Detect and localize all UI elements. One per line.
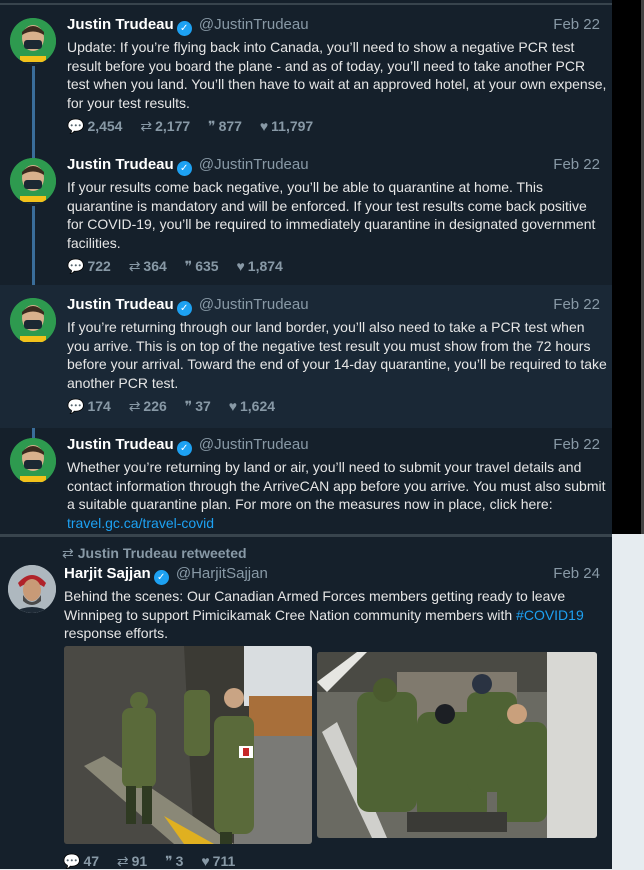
hashtag-link[interactable]: #COVID19	[516, 607, 584, 623]
author-name[interactable]: Justin Trudeau	[67, 156, 174, 173]
quote-button[interactable]: ❞ 877	[208, 118, 242, 134]
quote-count: 635	[195, 258, 219, 274]
tweet-text: Whether you’re returning by land or air,…	[67, 458, 607, 532]
heart-icon: ♥	[236, 258, 245, 274]
avatar[interactable]	[8, 565, 56, 613]
tweet-date[interactable]: Feb 24	[553, 565, 600, 582]
retweet-count: 2,177	[155, 118, 191, 134]
like-count: 1,624	[240, 398, 276, 414]
avatar[interactable]	[10, 438, 56, 484]
timeline: Justin Trudeau ✓ @JustinTrudeau Feb 22 Up…	[0, 0, 612, 869]
heart-icon: ♥	[228, 398, 237, 414]
tweet-date[interactable]: Feb 22	[553, 156, 600, 173]
reply-button[interactable]: 💬 722	[67, 258, 111, 274]
avatar[interactable]	[10, 18, 56, 64]
tweet[interactable]: Justin Trudeau ✓ @JustinTrudeau Feb 22 If…	[0, 285, 612, 428]
retweet-icon: ⇄	[128, 258, 141, 274]
tweet-date[interactable]: Feb 22	[553, 436, 600, 453]
retweet-icon: ⇄	[116, 853, 129, 869]
tweet-text: If you’re returning through our land bor…	[67, 319, 607, 391]
verified-badge-icon: ✓	[176, 21, 192, 36]
like-button[interactable]: ♥ 1,624	[229, 398, 275, 414]
retweet-icon: ⇄	[128, 398, 141, 414]
reply-button[interactable]: 💬 2,454	[67, 118, 122, 134]
quote-count: 3	[175, 853, 184, 869]
avatar[interactable]	[10, 158, 56, 204]
quote-icon: ❞	[208, 118, 216, 134]
retweet-button[interactable]: ⇄ 2,177	[140, 118, 190, 134]
avatar[interactable]	[10, 298, 56, 344]
like-count: 711	[212, 853, 236, 869]
tweet-actions: 💬 722 ⇄ 364 ❞ 635 ♥ 1,874	[67, 258, 297, 275]
tweet-actions: 💬 47 ⇄ 91 ❞ 3 ♥ 711	[63, 853, 249, 870]
verified-badge-icon: ✓	[153, 570, 169, 585]
tweet-actions: 💬 174 ⇄ 226 ❞ 37 ♥ 1,624	[67, 398, 289, 415]
quote-button[interactable]: ❞ 635	[185, 258, 219, 274]
author-name[interactable]: Harjit Sajjan	[64, 565, 151, 582]
author-handle[interactable]: @JustinTrudeau	[199, 296, 309, 313]
like-button[interactable]: ♥ 11,797	[260, 118, 313, 134]
author-handle[interactable]: @JustinTrudeau	[199, 156, 309, 173]
tweet-text-content: Behind the scenes: Our Canadian Armed Fo…	[64, 588, 566, 623]
author-handle[interactable]: @JustinTrudeau	[199, 16, 309, 33]
tweet-date[interactable]: Feb 22	[553, 296, 600, 313]
tweet-actions: 💬 2,454 ⇄ 2,177 ❞ 877 ♥ 11,797	[67, 118, 327, 135]
author-name[interactable]: Justin Trudeau	[67, 16, 174, 33]
retweet-button[interactable]: ⇄ 226	[129, 398, 167, 414]
travel-link[interactable]: travel.gc.ca/travel-covid	[67, 515, 214, 531]
tweet[interactable]: Justin Trudeau ✓ @JustinTrudeau Feb 22 Wh…	[0, 425, 612, 535]
author-name[interactable]: Justin Trudeau	[67, 296, 174, 313]
scrollbar[interactable]	[612, 0, 644, 534]
tweet-date[interactable]: Feb 22	[553, 16, 600, 33]
retweet-count: 364	[143, 258, 167, 274]
like-count: 11,797	[271, 118, 314, 134]
like-button[interactable]: ♥ 1,874	[236, 258, 282, 274]
verified-badge-icon: ✓	[176, 441, 192, 456]
quote-count: 877	[218, 118, 242, 134]
quote-icon: ❞	[184, 398, 193, 414]
tweet[interactable]: Justin Trudeau ✓ @JustinTrudeau Feb 22 Up…	[0, 5, 612, 148]
retweet-button[interactable]: ⇄ 364	[129, 258, 167, 274]
tweet-text: Update: If you’re flying back into Canad…	[67, 39, 607, 111]
divider	[0, 534, 612, 537]
tweet-photo[interactable]	[317, 652, 597, 838]
verified-badge-icon: ✓	[176, 161, 192, 176]
heart-icon: ♥	[259, 118, 269, 134]
tweet-text: If your results come back negative, you’…	[67, 179, 596, 251]
author-handle[interactable]: @JustinTrudeau	[199, 436, 309, 453]
quote-count: 37	[195, 398, 211, 414]
author-name[interactable]: Justin Trudeau	[67, 436, 174, 453]
reply-icon: 💬	[67, 258, 85, 274]
reply-icon: 💬	[67, 398, 85, 414]
retweet-icon: ⇄	[140, 118, 153, 134]
reply-button[interactable]: 💬 174	[67, 398, 111, 414]
verified-badge-icon: ✓	[176, 301, 192, 316]
reply-icon: 💬	[67, 118, 85, 134]
quote-icon: ❞	[165, 853, 173, 869]
like-count: 1,874	[247, 258, 283, 274]
tweet-photo[interactable]	[64, 646, 312, 844]
tweet-text-content: Whether you’re returning by land or air,…	[67, 459, 606, 512]
author-handle[interactable]: @HarjitSajjan	[176, 565, 268, 582]
reply-icon: 💬	[63, 853, 81, 869]
reply-count: 47	[83, 853, 100, 869]
retweet-count: 91	[131, 853, 148, 869]
tweet-text: Behind the scenes: Our Canadian Armed Fo…	[64, 587, 594, 643]
like-button[interactable]: ♥ 711	[201, 853, 235, 869]
reply-button[interactable]: 💬 47	[63, 853, 99, 869]
quote-button[interactable]: ❞ 3	[165, 853, 183, 869]
reply-count: 2,454	[87, 118, 123, 134]
tweet[interactable]: Justin Trudeau ✓ @JustinTrudeau Feb 22 If…	[0, 145, 612, 288]
reply-count: 722	[87, 258, 111, 274]
tweet-text-content: response efforts.	[64, 625, 169, 641]
quote-button[interactable]: ❞ 37	[185, 398, 211, 414]
heart-icon: ♥	[201, 853, 210, 869]
quote-icon: ❞	[184, 258, 193, 274]
reply-count: 174	[87, 398, 111, 414]
retweet-button[interactable]: ⇄ 91	[117, 853, 147, 869]
retweet-count: 226	[143, 398, 167, 414]
